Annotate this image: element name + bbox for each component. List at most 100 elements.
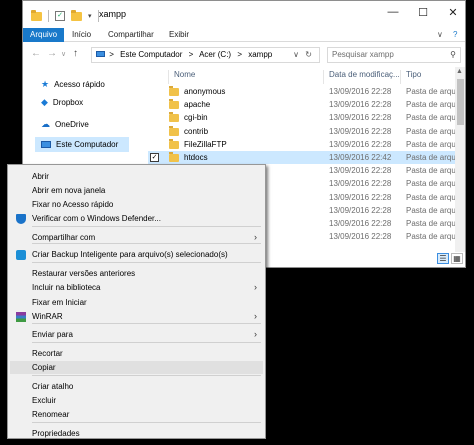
breadcrumb-este-computador[interactable]: Este Computador — [120, 50, 182, 59]
folder-icon — [169, 112, 179, 122]
ribbon-expand-icon[interactable]: ∨ — [437, 30, 443, 39]
up-button[interactable]: ↑ — [73, 48, 78, 59]
nav-item-acesso-rapido[interactable]: ★ Acesso rápido — [41, 77, 105, 92]
folder-icon — [169, 99, 179, 109]
menu-item-abrir-nova-janela[interactable]: Abrir em nova janela — [10, 184, 263, 197]
breadcrumb-acer-c[interactable]: Acer (C:) — [199, 50, 231, 59]
file-name: cgi-bin — [184, 113, 208, 122]
tab-compartilhar[interactable]: Compartilhar — [101, 28, 161, 42]
breadcrumb-separator: > — [237, 50, 242, 59]
address-row: ← → ∨ ↑ > Este Computador > Acer (C:) > … — [23, 43, 465, 67]
context-menu: Abrir Abrir em nova janela Fixar no Acesso… — [7, 164, 266, 439]
scroll-up-icon[interactable]: ▲ — [456, 68, 463, 75]
menu-item-copiar[interactable]: Copiar — [10, 361, 263, 374]
folder-icon — [169, 86, 179, 96]
nav-item-este-computador[interactable]: Este Computador — [35, 137, 129, 152]
menu-separator — [32, 342, 261, 343]
address-bar[interactable]: > Este Computador > Acer (C:) > xampp ∨ … — [91, 47, 320, 63]
submenu-arrow-icon: › — [254, 329, 257, 339]
forward-button[interactable]: → — [47, 48, 57, 59]
menu-item-label: Verificar com o Windows Defender... — [32, 214, 161, 223]
menu-separator — [32, 375, 261, 376]
menu-item-fixar-iniciar[interactable]: Fixar em Iniciar — [10, 296, 263, 309]
menu-item-recortar[interactable]: Recortar — [10, 347, 263, 360]
customize-toolbar-icon[interactable]: ▾ — [88, 12, 92, 20]
search-input[interactable]: Pesquisar xampp ⚲ — [327, 47, 461, 63]
folder-icon — [169, 152, 179, 162]
maximize-button[interactable]: ☐ — [411, 6, 435, 19]
breadcrumb-xampp[interactable]: xampp — [248, 50, 272, 59]
file-name: apache — [184, 100, 211, 109]
shield-icon — [16, 214, 26, 224]
dropbox-icon: ◆ — [41, 97, 48, 107]
menu-item-label: Incluir na biblioteca — [32, 283, 101, 292]
file-name: FileZillaFTP — [184, 140, 227, 149]
nav-item-label: Dropbox — [52, 98, 84, 107]
file-date: 13/09/2016 22:28 — [329, 206, 392, 215]
table-row[interactable]: anonymous 13/09/2016 22:28 Pasta de arquiv… — [148, 85, 465, 98]
menu-item-enviar-para[interactable]: Enviar para › — [10, 328, 263, 341]
menu-item-criar-backup[interactable]: Criar Backup Inteligente para arquivo(s)… — [10, 248, 263, 261]
menu-item-abrir[interactable]: Abrir — [10, 170, 263, 183]
large-icons-view-icon[interactable]: ▦ — [451, 253, 463, 264]
menu-item-propriedades[interactable]: Propriedades — [10, 427, 263, 440]
window-title: xampp — [99, 9, 127, 19]
nav-item-onedrive[interactable]: ☁ OneDrive — [41, 117, 89, 132]
menu-item-restaurar-versoes[interactable]: Restaurar versões anteriores — [10, 267, 263, 280]
quick-access-toolbar: ✓ ▾ — [31, 9, 99, 22]
menu-separator — [32, 323, 261, 324]
tab-inicio[interactable]: Início — [65, 28, 98, 42]
backup-icon — [16, 250, 26, 260]
nav-item-label: Este Computador — [56, 140, 119, 149]
column-divider — [168, 70, 169, 84]
refresh-icon[interactable]: ↻ — [305, 48, 312, 62]
menu-item-criar-atalho[interactable]: Criar atalho — [10, 380, 263, 393]
menu-item-renomear[interactable]: Renomear — [10, 408, 263, 421]
file-date: 13/09/2016 22:28 — [329, 113, 392, 122]
row-checkbox[interactable]: ✓ — [150, 153, 159, 162]
file-date: 13/09/2016 22:28 — [329, 140, 392, 149]
menu-item-excluir[interactable]: Excluir — [10, 394, 263, 407]
column-header-tipo[interactable]: Tipo — [406, 70, 421, 79]
menu-item-label: Renomear — [32, 410, 70, 419]
nav-item-label: Acesso rápido — [54, 80, 105, 89]
new-folder-icon[interactable] — [71, 9, 82, 21]
table-row[interactable]: contrib 13/09/2016 22:28 Pasta de arquivos — [148, 125, 465, 138]
menu-item-label: WinRAR — [32, 312, 63, 321]
menu-item-label: Propriedades — [32, 429, 80, 438]
back-button[interactable]: ← — [31, 48, 41, 59]
vertical-scrollbar[interactable]: ▲ — [455, 67, 465, 252]
table-row[interactable]: cgi-bin 13/09/2016 22:28 Pasta de arquivos — [148, 111, 465, 124]
column-divider — [400, 70, 401, 84]
close-button[interactable]: ✕ — [441, 6, 465, 19]
minimize-button[interactable]: — — [381, 6, 405, 18]
menu-item-verificar-defender[interactable]: Verificar com o Windows Defender... — [10, 212, 263, 225]
column-header-nome[interactable]: Nome — [174, 70, 195, 79]
address-dropdown-icon[interactable]: ∨ — [293, 48, 299, 62]
recent-locations-icon[interactable]: ∨ — [61, 50, 66, 58]
submenu-arrow-icon: › — [254, 311, 257, 321]
menu-item-winrar[interactable]: WinRAR › — [10, 310, 263, 323]
menu-item-incluir-biblioteca[interactable]: Incluir na biblioteca › — [10, 281, 263, 294]
tab-exibir[interactable]: Exibir — [162, 28, 196, 42]
pc-icon — [96, 51, 105, 57]
tab-arquivo[interactable]: Arquivo — [23, 28, 65, 42]
help-icon[interactable]: ? — [453, 30, 457, 39]
table-row[interactable]: apache 13/09/2016 22:28 Pasta de arquivos — [148, 98, 465, 111]
nav-item-dropbox[interactable]: ◆ Dropbox — [41, 95, 83, 110]
file-name: contrib — [184, 127, 209, 136]
table-row[interactable]: FileZillaFTP 13/09/2016 22:28 Pasta de arq… — [148, 138, 465, 151]
file-date: 13/09/2016 22:28 — [329, 166, 392, 175]
menu-item-label: Fixar em Iniciar — [32, 298, 87, 307]
properties-icon[interactable]: ✓ — [55, 11, 65, 21]
column-header-data[interactable]: Data de modificaç... — [329, 70, 400, 79]
table-row[interactable]: ✓ htdocs 13/09/2016 22:42 Pasta de arquivos — [148, 151, 465, 164]
scrollbar-thumb[interactable] — [457, 79, 464, 125]
breadcrumb-separator: > — [109, 50, 114, 59]
submenu-arrow-icon: › — [254, 282, 257, 292]
star-icon: ★ — [41, 79, 50, 89]
menu-item-fixar-acesso-rapido[interactable]: Fixar no Acesso rápido — [10, 198, 263, 211]
details-view-icon[interactable]: ☰ — [437, 253, 449, 264]
menu-item-label: Abrir em nova janela — [32, 186, 106, 195]
file-name: anonymous — [184, 87, 226, 96]
